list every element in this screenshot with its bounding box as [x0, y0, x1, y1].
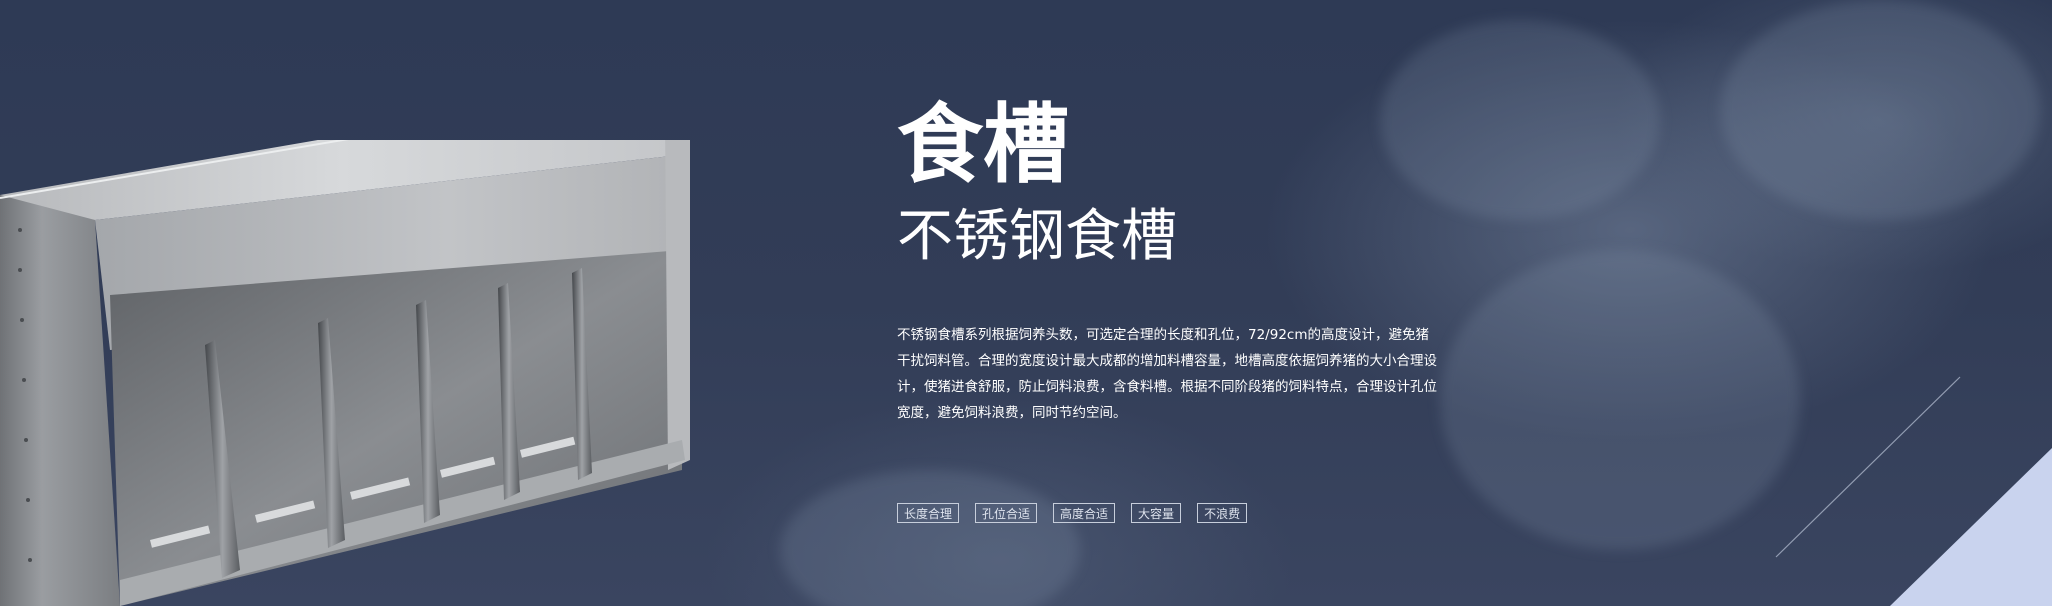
- hero-banner: 食槽 不锈钢食槽 不锈钢食槽系列根据饲养头数，可选定合理的长度和孔位，72/92…: [0, 0, 2052, 606]
- corner-accent: [1890, 448, 2052, 606]
